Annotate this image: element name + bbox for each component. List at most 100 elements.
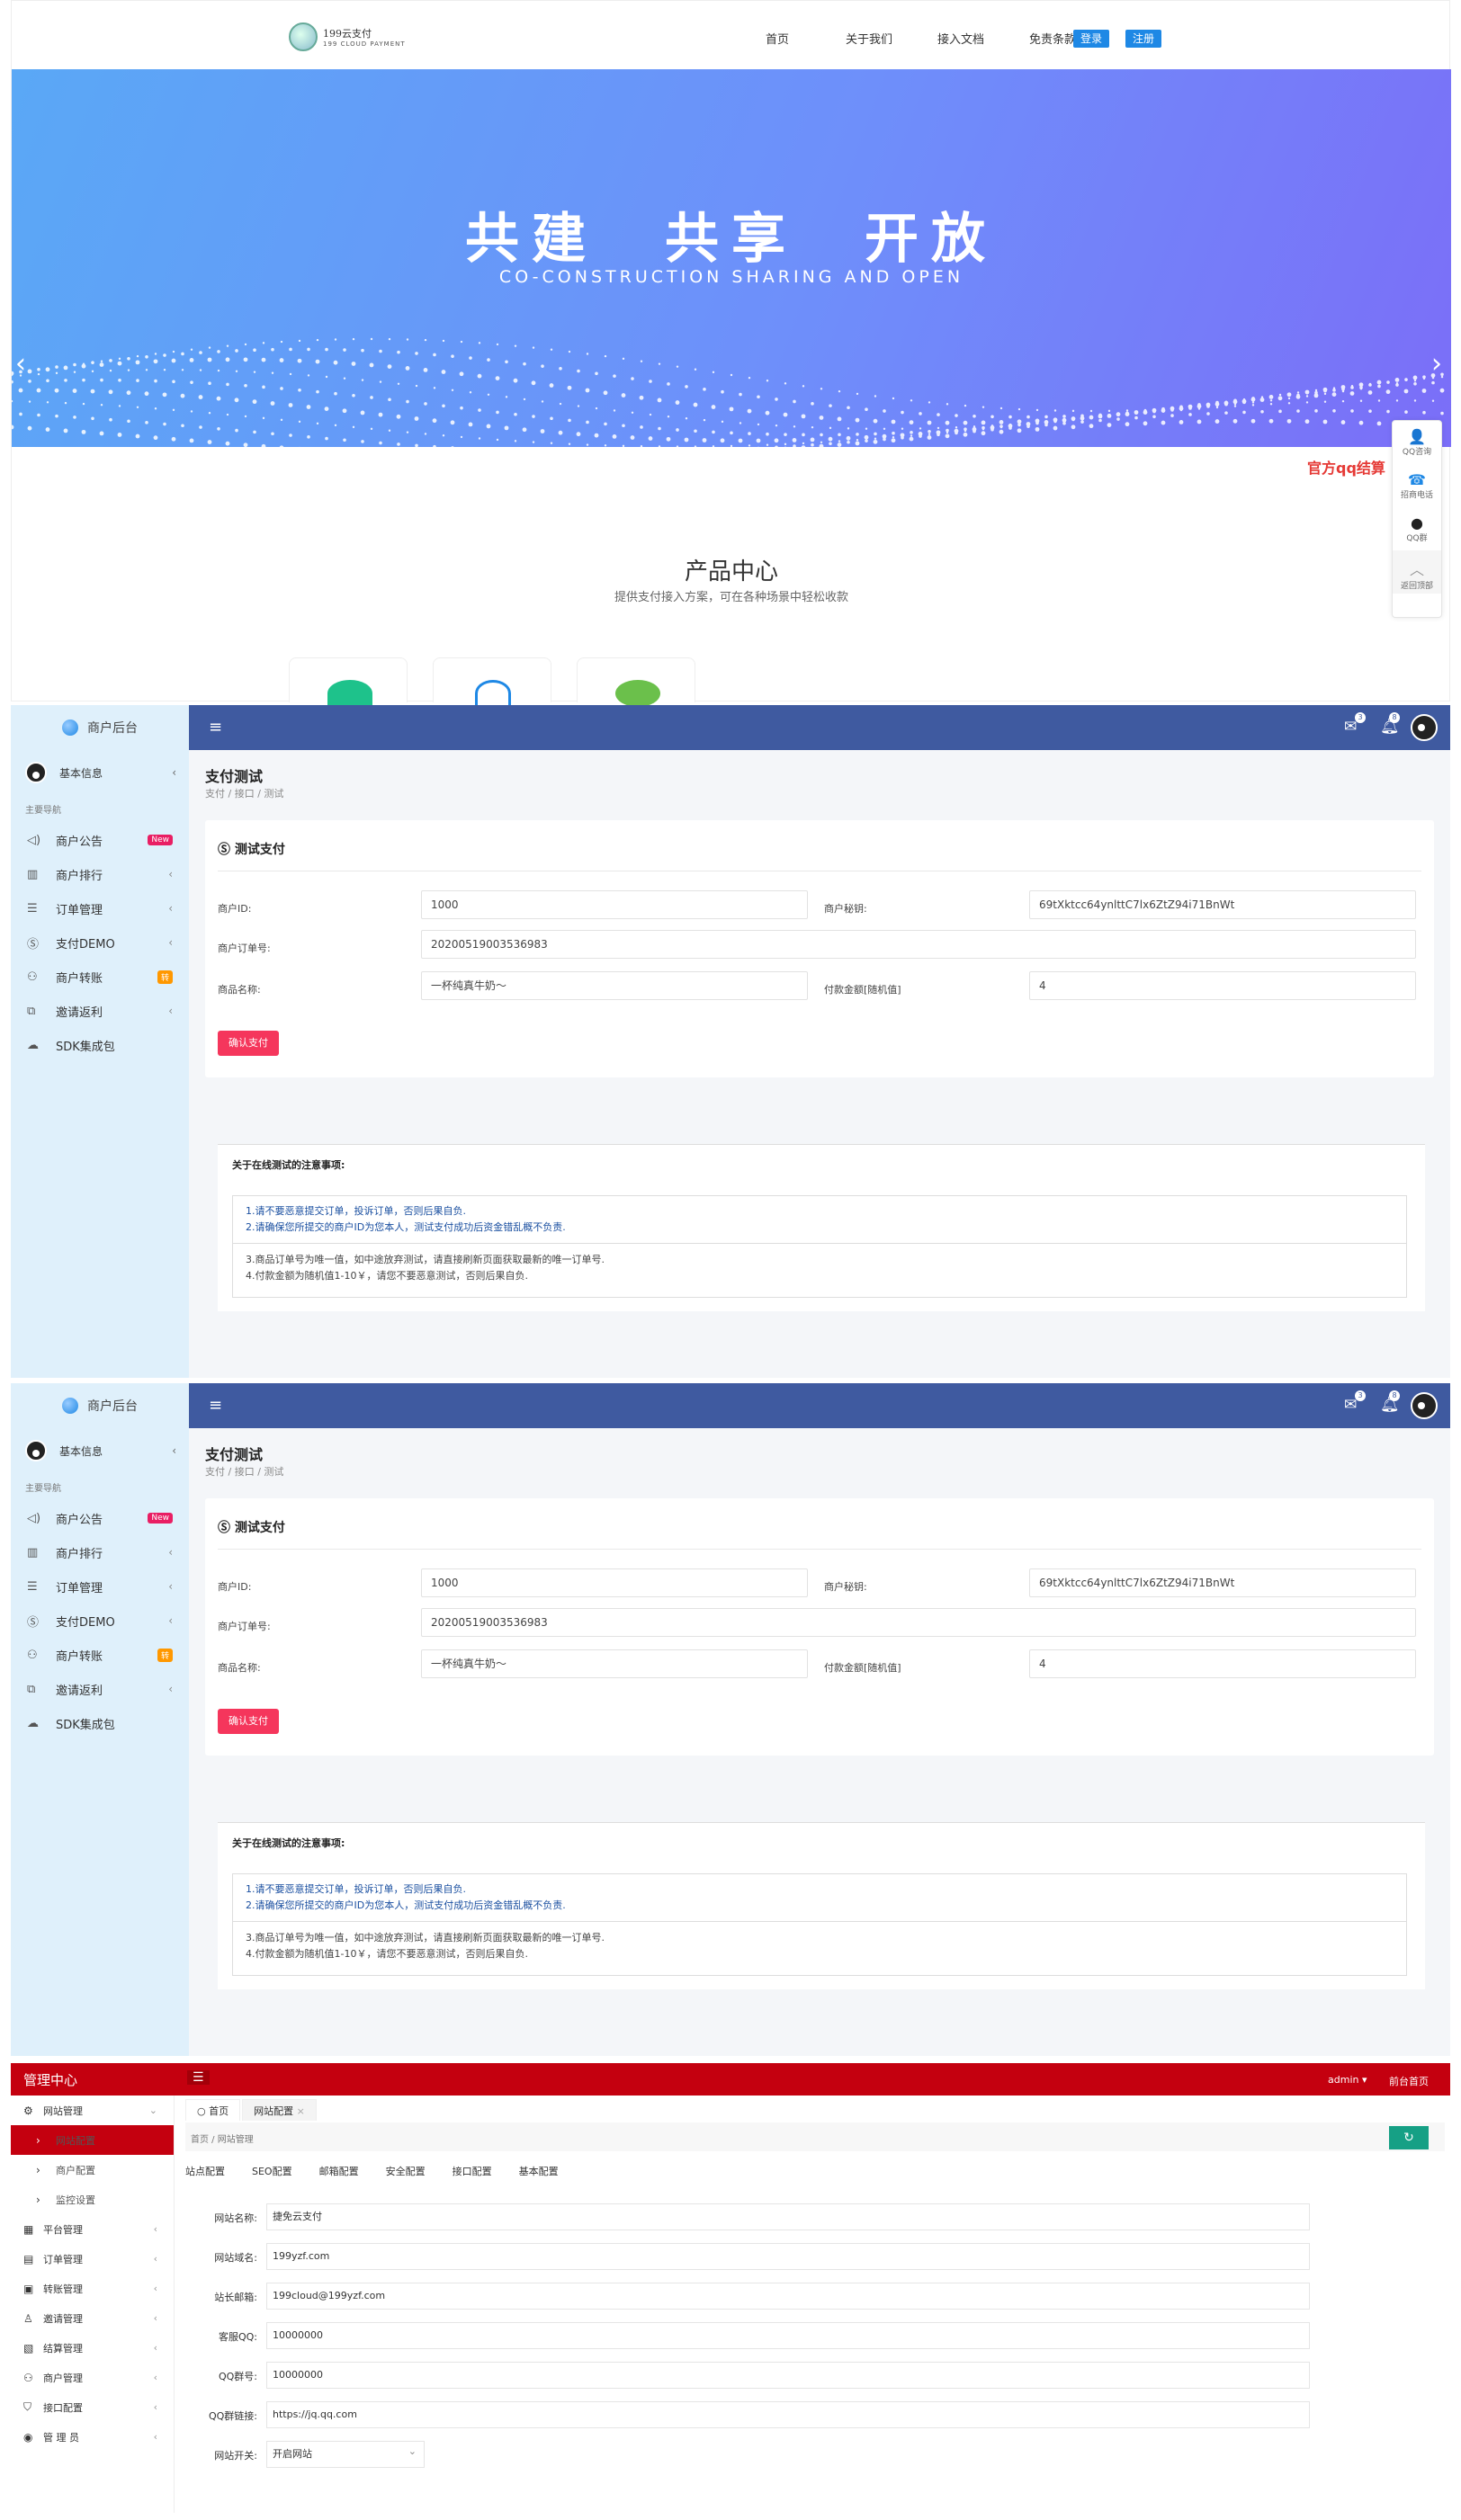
wave-dot: [1304, 419, 1310, 424]
admin-icon: ◉: [23, 2430, 33, 2444]
admin-email-input[interactable]: 199cloud@199yzf.com: [266, 2283, 1310, 2310]
site-switch-select[interactable]: 开启网站: [266, 2439, 425, 2468]
wave-dot: [469, 391, 472, 394]
login-button[interactable]: 登录: [1073, 30, 1110, 48]
sidebar-item-monitor[interactable]: › 监控设置: [11, 2185, 174, 2214]
float-qq-group[interactable]: ● QQ群: [1393, 507, 1441, 550]
float-phone[interactable]: ☎ 招商电话: [1393, 464, 1441, 507]
qq-group-input[interactable]: 10000000: [266, 2362, 1310, 2389]
wave-dot: [145, 369, 148, 371]
sidebar-item-notice[interactable]: ◁) 商户公告 New: [11, 1501, 189, 1535]
site-domain-input[interactable]: 199yzf.com: [266, 2243, 1310, 2270]
sidebar-item-label: 转账管理: [43, 2283, 83, 2295]
wave-dot: [127, 369, 130, 371]
tab-mail[interactable]: 邮箱配置: [319, 2164, 359, 2178]
sidebar-item-invite[interactable]: ⧉ 邀请返利 ‹: [11, 1672, 189, 1706]
admin-user-menu[interactable]: admin ▾: [1328, 2074, 1367, 2086]
sidebar-item-merchants[interactable]: ⚇ 商户管理 ‹: [11, 2363, 174, 2392]
sidebar-item-notice[interactable]: ◁) 商户公告 New: [11, 823, 189, 857]
sidebar-item-invite[interactable]: ⧉ 邀请返利 ‹: [11, 994, 189, 1028]
nav-home[interactable]: 首页: [731, 30, 823, 47]
sidebar-item-demo[interactable]: Ⓢ 支付DEMO ‹: [11, 1604, 189, 1638]
wave-dot: [217, 369, 220, 372]
amount-field[interactable]: 4: [1029, 971, 1416, 1000]
wave-dot: [406, 338, 409, 341]
wave-dot: [334, 424, 337, 427]
product-card[interactable]: [289, 657, 408, 707]
sidebar-item-sdk[interactable]: ☁ SDK集成包: [11, 1028, 189, 1062]
chevron-right-icon[interactable]: ›: [1431, 348, 1442, 380]
product-field[interactable]: 一杯纯真牛奶～: [421, 1649, 808, 1678]
qq-group-link-input[interactable]: https://jq.qq.com: [266, 2401, 1310, 2428]
merchant-key-field[interactable]: 69tXktcc64ynlttC7lx6ZtZ94i71BnWt: [1029, 890, 1416, 919]
tab-interface[interactable]: 接口配置: [453, 2164, 492, 2178]
product-card[interactable]: [577, 657, 695, 707]
wave-dot: [1161, 420, 1166, 425]
tab-seo[interactable]: SEO配置: [252, 2164, 292, 2178]
register-button[interactable]: 注册: [1125, 30, 1162, 48]
nav-docs[interactable]: 接入文档: [915, 30, 1007, 47]
service-qq-input[interactable]: 10000000: [266, 2322, 1310, 2349]
merchant-id-field[interactable]: 1000: [421, 890, 808, 919]
sidebar-item-orders[interactable]: ☰ 订单管理 ‹: [11, 1569, 189, 1604]
order-no-field[interactable]: 20200519003536983: [421, 930, 1416, 959]
wave-dot: [72, 389, 77, 393]
front-home-link[interactable]: 前台首页: [1389, 2074, 1429, 2088]
sidebar-item-interface[interactable]: ⛉ 接口配置 ‹: [11, 2392, 174, 2422]
sidebar-item-site-config[interactable]: › 网站配置: [11, 2125, 174, 2155]
wave-dot: [46, 379, 49, 383]
site-name-input[interactable]: 捷免云支付: [266, 2203, 1310, 2230]
globe-icon: [62, 1398, 78, 1414]
float-qq[interactable]: 👤 QQ咨询: [1393, 421, 1441, 464]
sidebar-item-orders[interactable]: ▤ 订单管理 ‹: [11, 2244, 174, 2274]
sidebar-item-transfer[interactable]: ⚇ 商户转账 转: [11, 1638, 189, 1672]
product-field[interactable]: 一杯纯真牛奶～: [421, 971, 808, 1000]
sidebar-item-settle[interactable]: ▧ 结算管理 ‹: [11, 2333, 174, 2363]
menu-icon[interactable]: ☰: [187, 2070, 210, 2085]
tab-security[interactable]: 安全配置: [386, 2164, 426, 2178]
tab-basic[interactable]: 基本配置: [519, 2164, 559, 2178]
sidebar-item-orders[interactable]: ☰ 订单管理 ‹: [11, 891, 189, 925]
avatar[interactable]: [1411, 1392, 1438, 1419]
tab-home[interactable]: ○ 首页: [185, 2099, 241, 2121]
sidebar-item-ranking[interactable]: ▥ 商户排行 ‹: [11, 1535, 189, 1569]
wave-dot: [775, 398, 778, 401]
refresh-button[interactable]: ↻: [1389, 2126, 1429, 2149]
confirm-pay-button[interactable]: 确认支付: [218, 1031, 279, 1056]
nav-about[interactable]: 关于我们: [823, 30, 915, 47]
sidebar-item-platform[interactable]: ▦ 平台管理 ‹: [11, 2214, 174, 2244]
sidebar-user[interactable]: 基本信息 ‹: [11, 1428, 189, 1473]
wave-dot: [1026, 415, 1030, 419]
close-icon[interactable]: ×: [293, 2105, 305, 2117]
menu-icon[interactable]: ≡: [209, 718, 222, 737]
sidebar-item-sdk[interactable]: ☁ SDK集成包: [11, 1706, 189, 1740]
sidebar-item-ranking[interactable]: ▥ 商户排行 ‹: [11, 857, 189, 891]
site-logo[interactable]: 199云支付 199 CLOUD PAYMENT: [289, 22, 406, 51]
tab-site[interactable]: 站点配置: [185, 2164, 225, 2178]
avatar[interactable]: [1411, 714, 1438, 741]
sidebar-item-admins[interactable]: ◉ 管 理 员 ‹: [11, 2422, 174, 2452]
sidebar-item-demo[interactable]: Ⓢ 支付DEMO ‹: [11, 925, 189, 960]
sidebar-item-transfer[interactable]: ▣ 转账管理 ‹: [11, 2274, 174, 2303]
confirm-pay-button[interactable]: 确认支付: [218, 1709, 279, 1734]
order-no-field[interactable]: 20200519003536983: [421, 1608, 1416, 1637]
product-card[interactable]: [433, 657, 551, 707]
amount-field[interactable]: 4: [1029, 1649, 1416, 1678]
wave-dot: [441, 370, 446, 374]
wave-dot: [874, 437, 877, 440]
tab-site-config[interactable]: 网站配置 ×: [242, 2099, 317, 2121]
sidebar-item-invite[interactable]: ♙ 邀请管理 ‹: [11, 2303, 174, 2333]
merchant-key-field[interactable]: 69tXktcc64ynlttC7lx6ZtZ94i71BnWt: [1029, 1568, 1416, 1597]
wave-dot: [603, 390, 608, 396]
menu-icon[interactable]: ≡: [209, 1396, 222, 1415]
sidebar-item-label: 邀请管理: [43, 2312, 83, 2325]
sidebar-item-transfer[interactable]: ⚇ 商户转账 转: [11, 960, 189, 994]
wave-dot: [45, 427, 50, 432]
sidebar-item-site[interactable]: ⚙ 网站管理 ⌄: [11, 2096, 174, 2125]
wave-dot: [829, 442, 832, 446]
sidebar-item-merchant-config[interactable]: › 商户配置: [11, 2155, 174, 2185]
sidebar-user[interactable]: 基本信息 ‹: [11, 750, 189, 795]
wave-dot: [73, 416, 76, 419]
merchant-id-field[interactable]: 1000: [421, 1568, 808, 1597]
chevron-left-icon[interactable]: ‹: [15, 348, 26, 380]
